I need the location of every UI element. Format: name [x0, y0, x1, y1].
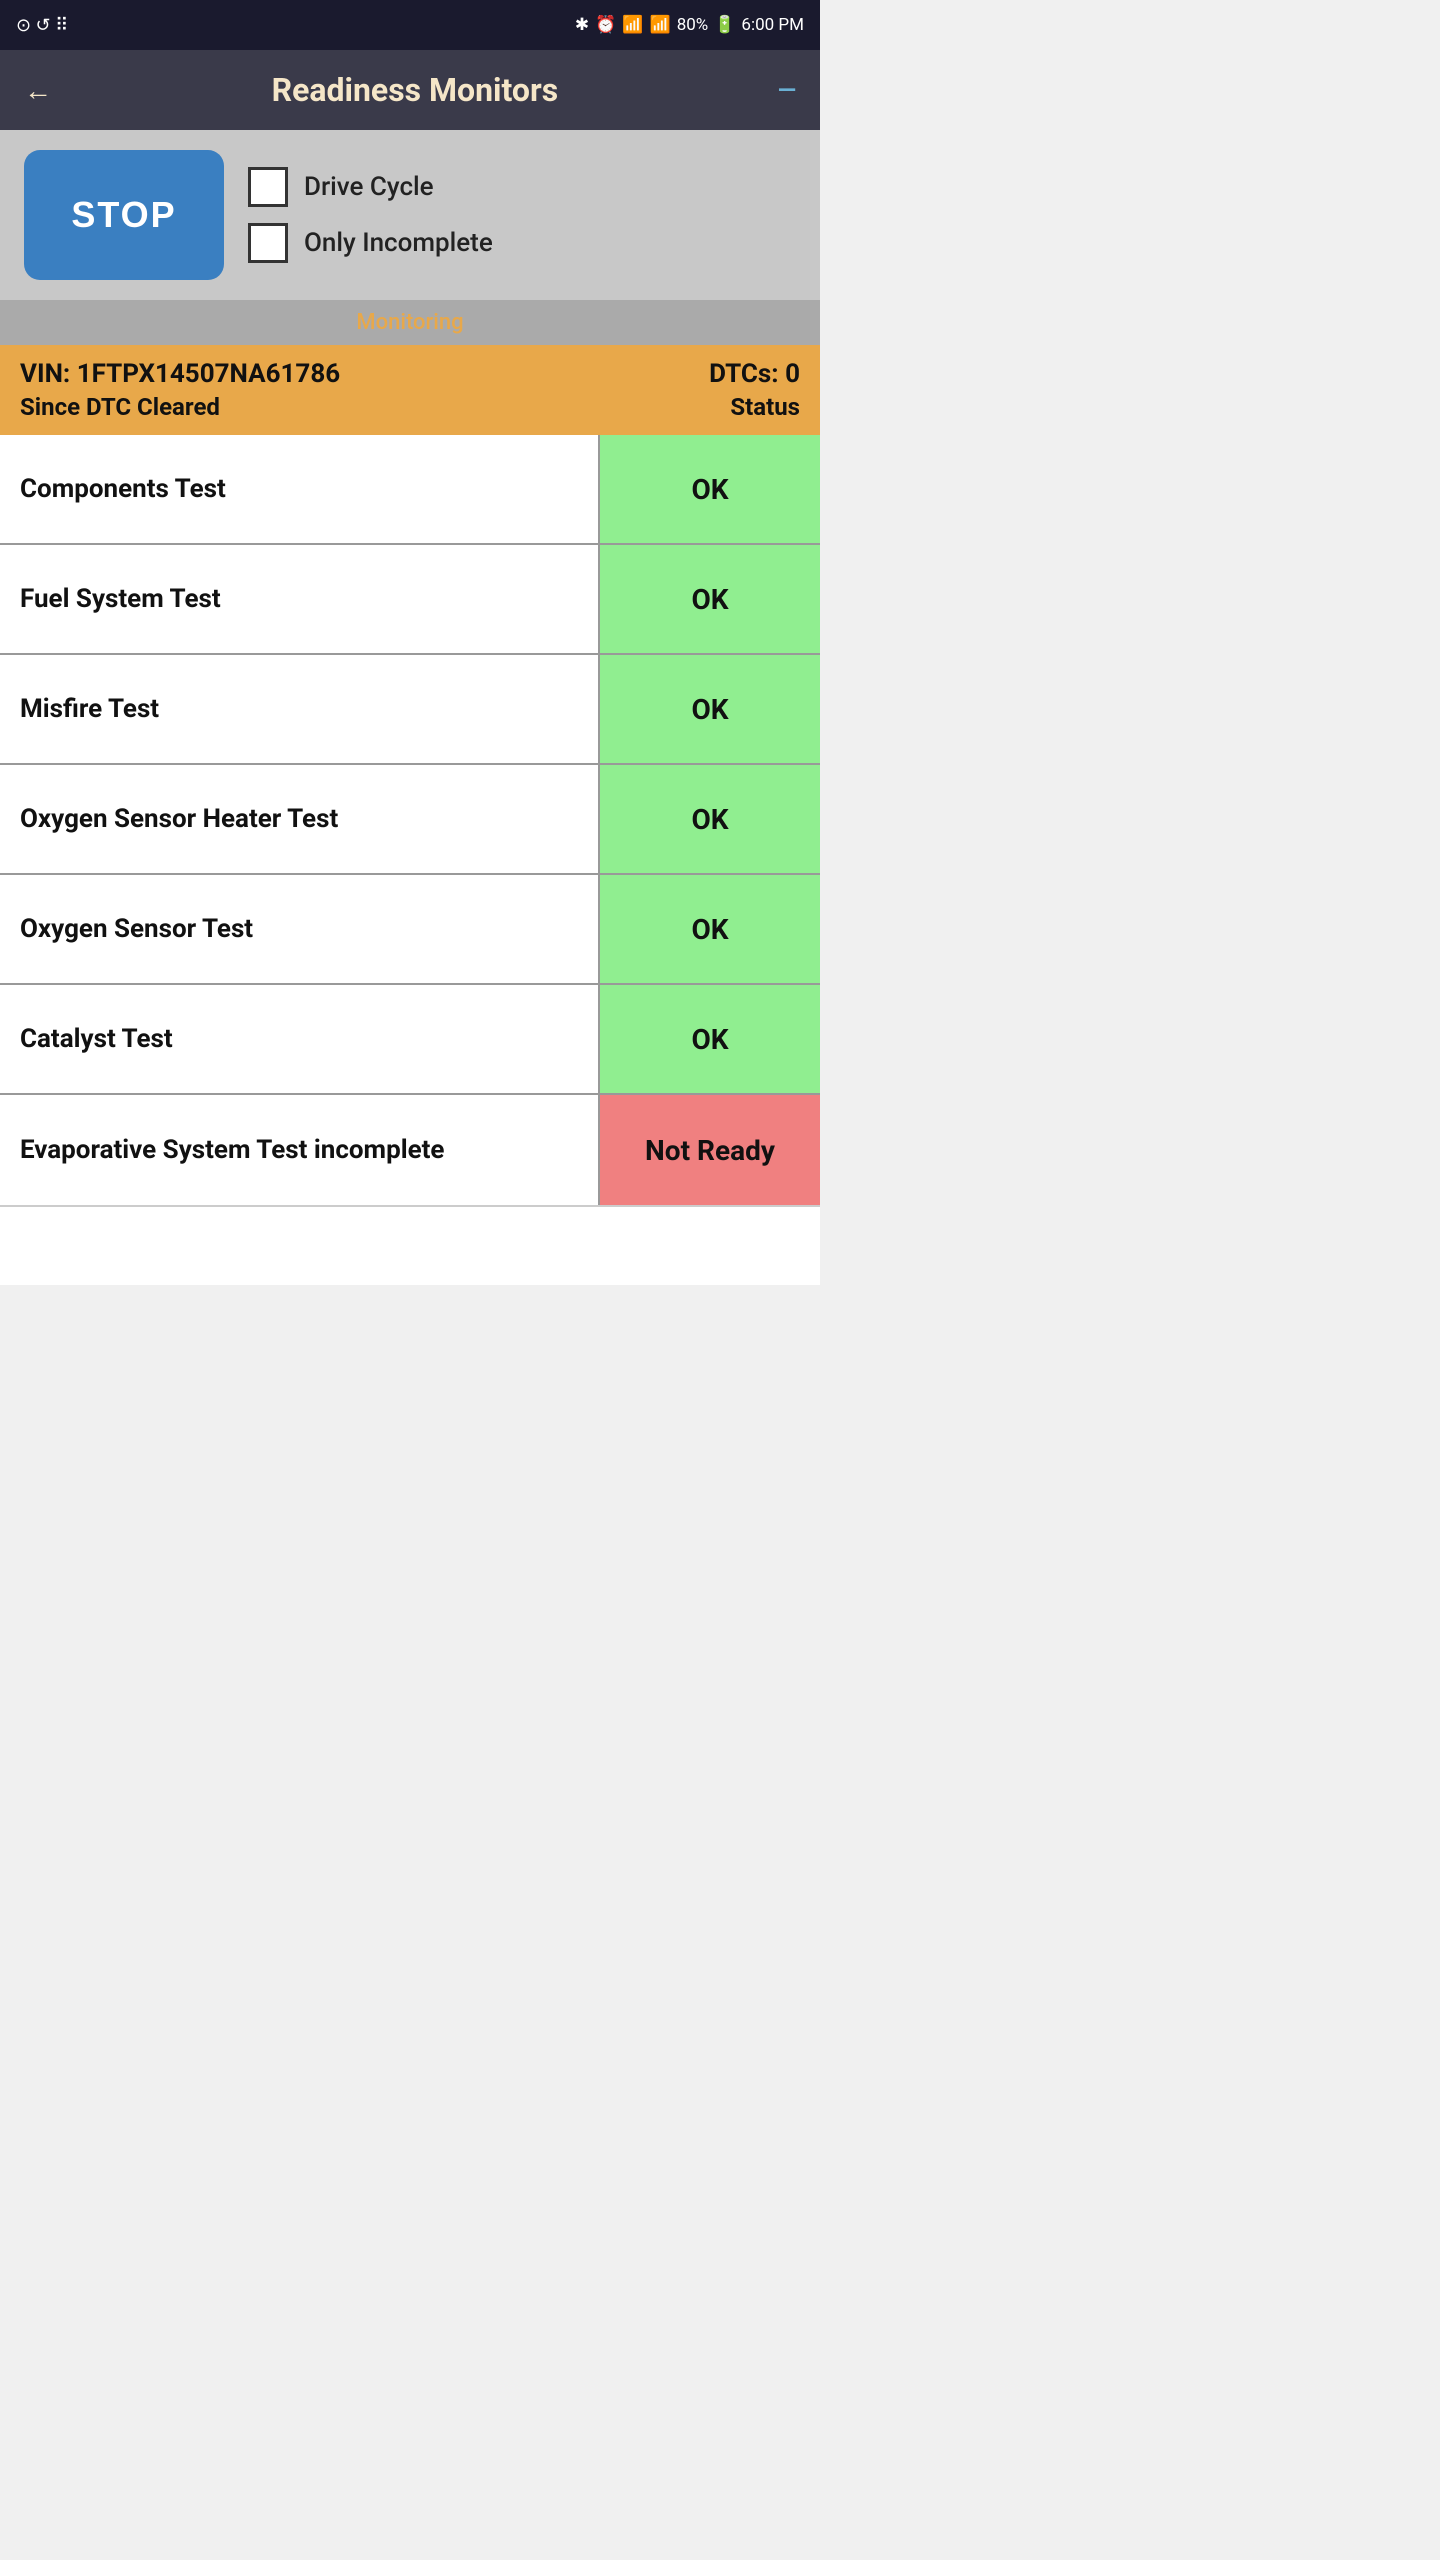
table-row: Evaporative System Test incompleteNot Re…	[0, 1095, 820, 1205]
monitor-name-cell: Components Test	[0, 435, 600, 543]
bluetooth-icon: ✱	[575, 15, 589, 35]
status-column-label: Status	[730, 393, 800, 421]
status-bar-right-icons: ✱ ⏰ 📶 📶 80% 🔋 6:00 PM	[575, 15, 804, 35]
drive-cycle-checkbox[interactable]	[248, 167, 288, 207]
only-incomplete-checkbox[interactable]	[248, 223, 288, 263]
checkbox-group: Drive Cycle Only Incomplete	[248, 167, 493, 263]
monitor-status-cell: OK	[600, 435, 820, 543]
monitor-status-cell: Not Ready	[600, 1095, 820, 1205]
monitor-list: Components TestOKFuel System TestOKMisfi…	[0, 435, 820, 1205]
table-row: Misfire TestOK	[0, 655, 820, 765]
monitor-status-cell: OK	[600, 985, 820, 1093]
page-title: Readiness Monitors	[52, 71, 778, 109]
monitor-status-cell: OK	[600, 875, 820, 983]
status-bar: ⊙ ↺ ⠿ ✱ ⏰ 📶 📶 80% 🔋 6:00 PM	[0, 0, 820, 50]
drive-cycle-checkbox-item[interactable]: Drive Cycle	[248, 167, 493, 207]
status-bar-left-icons: ⊙ ↺ ⠿	[16, 15, 68, 36]
table-row: Fuel System TestOK	[0, 545, 820, 655]
table-row: Oxygen Sensor Heater TestOK	[0, 765, 820, 875]
drive-cycle-label: Drive Cycle	[304, 172, 434, 202]
vin-right-section: DTCs: 0 Status	[709, 359, 800, 421]
monitor-name-cell: Misfire Test	[0, 655, 600, 763]
stop-button[interactable]: STOP	[24, 150, 224, 280]
alarm-icon: ⏰	[595, 15, 616, 35]
monitor-name-cell: Fuel System Test	[0, 545, 600, 653]
since-dtc-label: Since DTC Cleared	[20, 393, 340, 421]
battery-icon: 🔋	[714, 15, 735, 35]
notification-icons: ⊙ ↺ ⠿	[16, 15, 68, 36]
table-row: Oxygen Sensor TestOK	[0, 875, 820, 985]
table-row: Catalyst TestOK	[0, 985, 820, 1095]
monitor-name-cell: Catalyst Test	[0, 985, 600, 1093]
back-button[interactable]: ←	[24, 74, 52, 107]
time-display: 6:00 PM	[741, 15, 804, 35]
battery-level: 80%	[677, 15, 709, 35]
monitor-name-cell: Evaporative System Test incomplete	[0, 1095, 600, 1205]
only-incomplete-label: Only Incomplete	[304, 228, 493, 258]
controls-area: STOP Drive Cycle Only Incomplete	[0, 130, 820, 300]
monitoring-bar: Monitoring	[0, 300, 820, 345]
vin-header: VIN: 1FTPX14507NA61786 Since DTC Cleared…	[0, 345, 820, 435]
monitor-name-cell: Oxygen Sensor Test	[0, 875, 600, 983]
dtcs-count: DTCs: 0	[709, 359, 800, 389]
app-header: ← Readiness Monitors —	[0, 50, 820, 130]
monitor-status-cell: OK	[600, 545, 820, 653]
only-incomplete-checkbox-item[interactable]: Only Incomplete	[248, 223, 493, 263]
monitoring-label: Monitoring	[356, 310, 463, 335]
bottom-area	[0, 1205, 820, 1285]
signal-icon: 📶	[650, 15, 671, 35]
vin-left-section: VIN: 1FTPX14507NA61786 Since DTC Cleared	[20, 359, 340, 421]
wifi-icon: 📶	[622, 15, 643, 35]
monitor-status-cell: OK	[600, 655, 820, 763]
vin-number: VIN: 1FTPX14507NA61786	[20, 359, 340, 389]
monitor-status-cell: OK	[600, 765, 820, 873]
table-row: Components TestOK	[0, 435, 820, 545]
monitor-name-cell: Oxygen Sensor Heater Test	[0, 765, 600, 873]
minimize-button[interactable]: —	[778, 76, 796, 104]
